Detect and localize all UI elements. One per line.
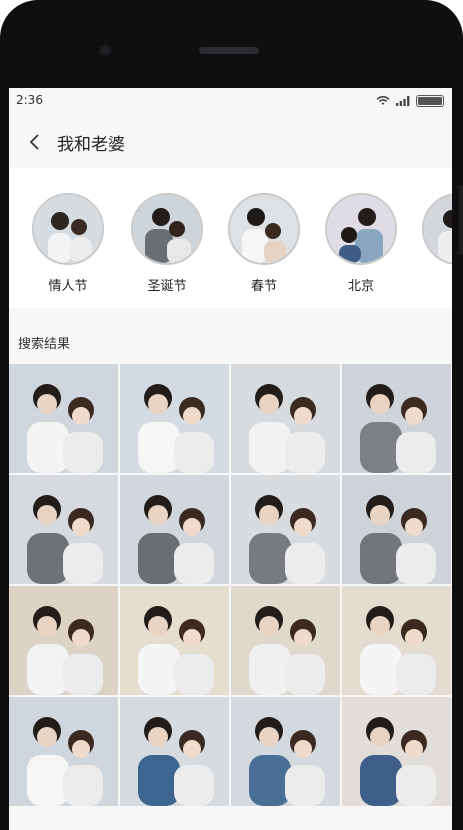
photo-thumbnail[interactable] (231, 364, 340, 473)
photo-thumbnail[interactable] (342, 586, 451, 695)
photo-thumbnail[interactable] (120, 586, 229, 695)
photo-thumbnail[interactable] (342, 697, 451, 806)
album-label: 春节 (250, 279, 277, 294)
header: 我和老婆 (9, 114, 452, 168)
photo-thumbnail[interactable] (231, 586, 340, 695)
status-time: 2:36 (16, 93, 43, 107)
phone-left-edge (0, 40, 9, 830)
album-label: 北京 (347, 279, 374, 294)
photo-thumbnail[interactable] (120, 475, 229, 584)
status-icons (376, 95, 444, 107)
wifi-icon (376, 96, 390, 105)
page-title: 我和老婆 (57, 135, 125, 155)
avatar (325, 193, 397, 265)
photo-thumbnail[interactable] (231, 475, 340, 584)
section-title: 搜索结果 (18, 337, 71, 352)
people-strip: 情人节 圣诞节 春节 北京 (9, 168, 452, 308)
photo-thumbnail[interactable] (342, 364, 451, 473)
phone-top-bezel (0, 0, 463, 92)
album-label: 圣诞节 (147, 279, 187, 294)
photo-thumbnail[interactable] (9, 586, 118, 695)
power-button (459, 185, 463, 255)
album-item-shengdanjie[interactable]: 圣诞节 (122, 193, 212, 294)
photo-thumbnail[interactable] (9, 475, 118, 584)
photo-thumbnail[interactable] (231, 697, 340, 806)
signal-icon (396, 96, 410, 106)
album-label: 情人节 (48, 279, 88, 294)
phone-right-edge (452, 40, 463, 830)
back-arrow-icon[interactable] (25, 132, 45, 152)
photo-grid (9, 364, 452, 806)
avatar (32, 193, 104, 265)
album-item-chunjie[interactable]: 春节 (219, 193, 309, 294)
photo-thumbnail[interactable] (9, 364, 118, 473)
avatar (131, 193, 203, 265)
album-item-beijing[interactable]: 北京 (316, 193, 406, 294)
photo-thumbnail[interactable] (120, 364, 229, 473)
album-label: 上 (413, 275, 452, 294)
album-item-partial[interactable]: 上 (413, 193, 452, 294)
photo-thumbnail[interactable] (9, 697, 118, 806)
phone-frame: 2:36 我和老婆 情人节 圣诞节 春节 北京 搜索结果 (0, 0, 463, 830)
photo-thumbnail[interactable] (120, 697, 229, 806)
screen: 2:36 我和老婆 情人节 圣诞节 春节 北京 搜索结果 (9, 88, 452, 830)
status-bar: 2:36 (9, 88, 452, 114)
avatar (228, 193, 300, 265)
avatar (422, 193, 452, 265)
battery-icon (416, 95, 444, 107)
photo-thumbnail[interactable] (342, 475, 451, 584)
album-item-qingrenjie[interactable]: 情人节 (23, 193, 113, 294)
front-camera (99, 44, 111, 56)
earpiece-speaker (199, 47, 259, 54)
